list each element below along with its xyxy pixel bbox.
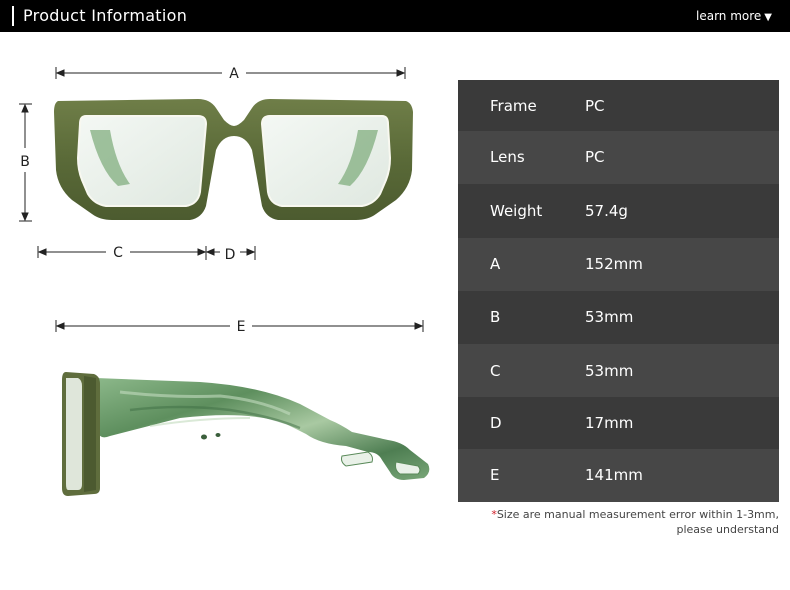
- note-line-1: *Size are manual measurement error withi…: [459, 507, 779, 522]
- spec-row-d: D 17mm: [458, 397, 779, 449]
- spec-row-c: C 53mm: [458, 344, 779, 397]
- glasses-diagram: A B C D E: [19, 66, 430, 496]
- spec-table: Frame PC Lens PC Weight 57.4g A 152mm B …: [458, 80, 779, 502]
- spec-value: 152mm: [585, 255, 643, 273]
- spec-key: A: [490, 255, 501, 273]
- learn-more-label: learn more: [696, 9, 762, 23]
- spec-value: 17mm: [585, 414, 634, 432]
- spec-row-lens: Lens PC: [458, 131, 779, 184]
- spec-row-e: E 141mm: [458, 449, 779, 502]
- glasses-side-view: [62, 372, 430, 496]
- glasses-front-view: [54, 99, 413, 220]
- spec-key: Lens: [490, 148, 525, 166]
- dimension-a-label: A: [229, 66, 239, 82]
- spec-value: 53mm: [585, 362, 634, 380]
- spec-key: D: [490, 414, 502, 432]
- spec-key: C: [490, 362, 501, 380]
- dimension-d-label: D: [225, 247, 236, 263]
- spec-value: PC: [585, 97, 605, 115]
- learn-more-link[interactable]: learn more ▼: [696, 9, 772, 23]
- note-line-2: please understand: [676, 523, 780, 536]
- spec-value: 53mm: [585, 308, 634, 326]
- spec-key: Weight: [490, 202, 543, 220]
- dimension-c-label: C: [113, 245, 123, 261]
- note-text-1: Size are manual measurement error within…: [496, 508, 779, 521]
- spec-value: PC: [585, 148, 605, 166]
- spec-value: 57.4g: [585, 202, 628, 220]
- measurement-note: *Size are manual measurement error withi…: [459, 507, 779, 537]
- spec-row-weight: Weight 57.4g: [458, 184, 779, 238]
- caret-down-icon: ▼: [764, 12, 772, 23]
- dimension-e-label: E: [237, 319, 246, 335]
- spec-key: Frame: [490, 97, 537, 115]
- spec-row-a: A 152mm: [458, 238, 779, 291]
- dimension-b-label: B: [20, 154, 30, 170]
- spec-value: 141mm: [585, 466, 643, 484]
- spec-row-b: B 53mm: [458, 291, 779, 344]
- spec-row-frame: Frame PC: [458, 80, 779, 131]
- spec-key: B: [490, 308, 501, 326]
- spec-key: E: [490, 466, 500, 484]
